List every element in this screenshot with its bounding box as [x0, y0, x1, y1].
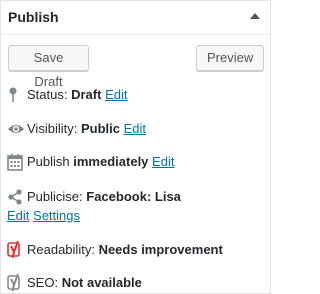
visibility-value: Public	[80, 121, 120, 136]
readability-row: Readability: Needs improvement	[7, 241, 266, 259]
publicise-settings-link[interactable]: Settings	[33, 208, 80, 223]
preview-button[interactable]: Preview	[196, 45, 264, 71]
publish-time-edit-link[interactable]: Edit	[152, 154, 174, 169]
publicise-edit-link[interactable]: Edit	[7, 208, 29, 223]
seo-label: SEO:	[27, 275, 59, 290]
status-row: Status: Draft Edit	[7, 86, 266, 104]
publish-panel: Publish Save Draft Preview Status: Draft…	[0, 0, 271, 294]
publish-time-label: Publish	[27, 154, 70, 169]
panel-header[interactable]: Publish	[1, 1, 270, 35]
visibility-label: Visibility:	[27, 121, 78, 136]
publicise-row: Publicise: Facebook: Lisa	[7, 188, 266, 206]
panel-title: Publish	[8, 9, 59, 25]
eye-icon	[7, 120, 27, 138]
publicise-links: Edit Settings	[7, 207, 266, 225]
readability-value: Needs improvement	[98, 242, 223, 257]
calendar-icon	[7, 153, 27, 171]
publish-time-value: immediately	[73, 154, 149, 169]
visibility-row: Visibility: Public Edit	[7, 120, 266, 138]
seo-value: Not available	[61, 275, 142, 290]
publish-time-row: Publish immediately Edit	[7, 153, 266, 171]
seo-row: SEO: Not available	[7, 274, 266, 292]
pin-icon	[7, 86, 27, 104]
share-icon	[7, 188, 27, 206]
arrow-up-icon[interactable]	[250, 13, 260, 19]
readability-label: Readability:	[27, 242, 95, 257]
save-draft-button[interactable]: Save Draft	[8, 45, 89, 89]
status-edit-link[interactable]: Edit	[105, 87, 127, 102]
yoast-icon	[7, 241, 27, 259]
visibility-edit-link[interactable]: Edit	[124, 121, 146, 136]
publicise-value: Facebook: Lisa	[86, 189, 181, 204]
status-label: Status:	[27, 87, 68, 102]
status-value: Draft	[71, 87, 102, 102]
yoast-icon	[7, 274, 27, 292]
publicise-label: Publicise:	[27, 189, 83, 204]
